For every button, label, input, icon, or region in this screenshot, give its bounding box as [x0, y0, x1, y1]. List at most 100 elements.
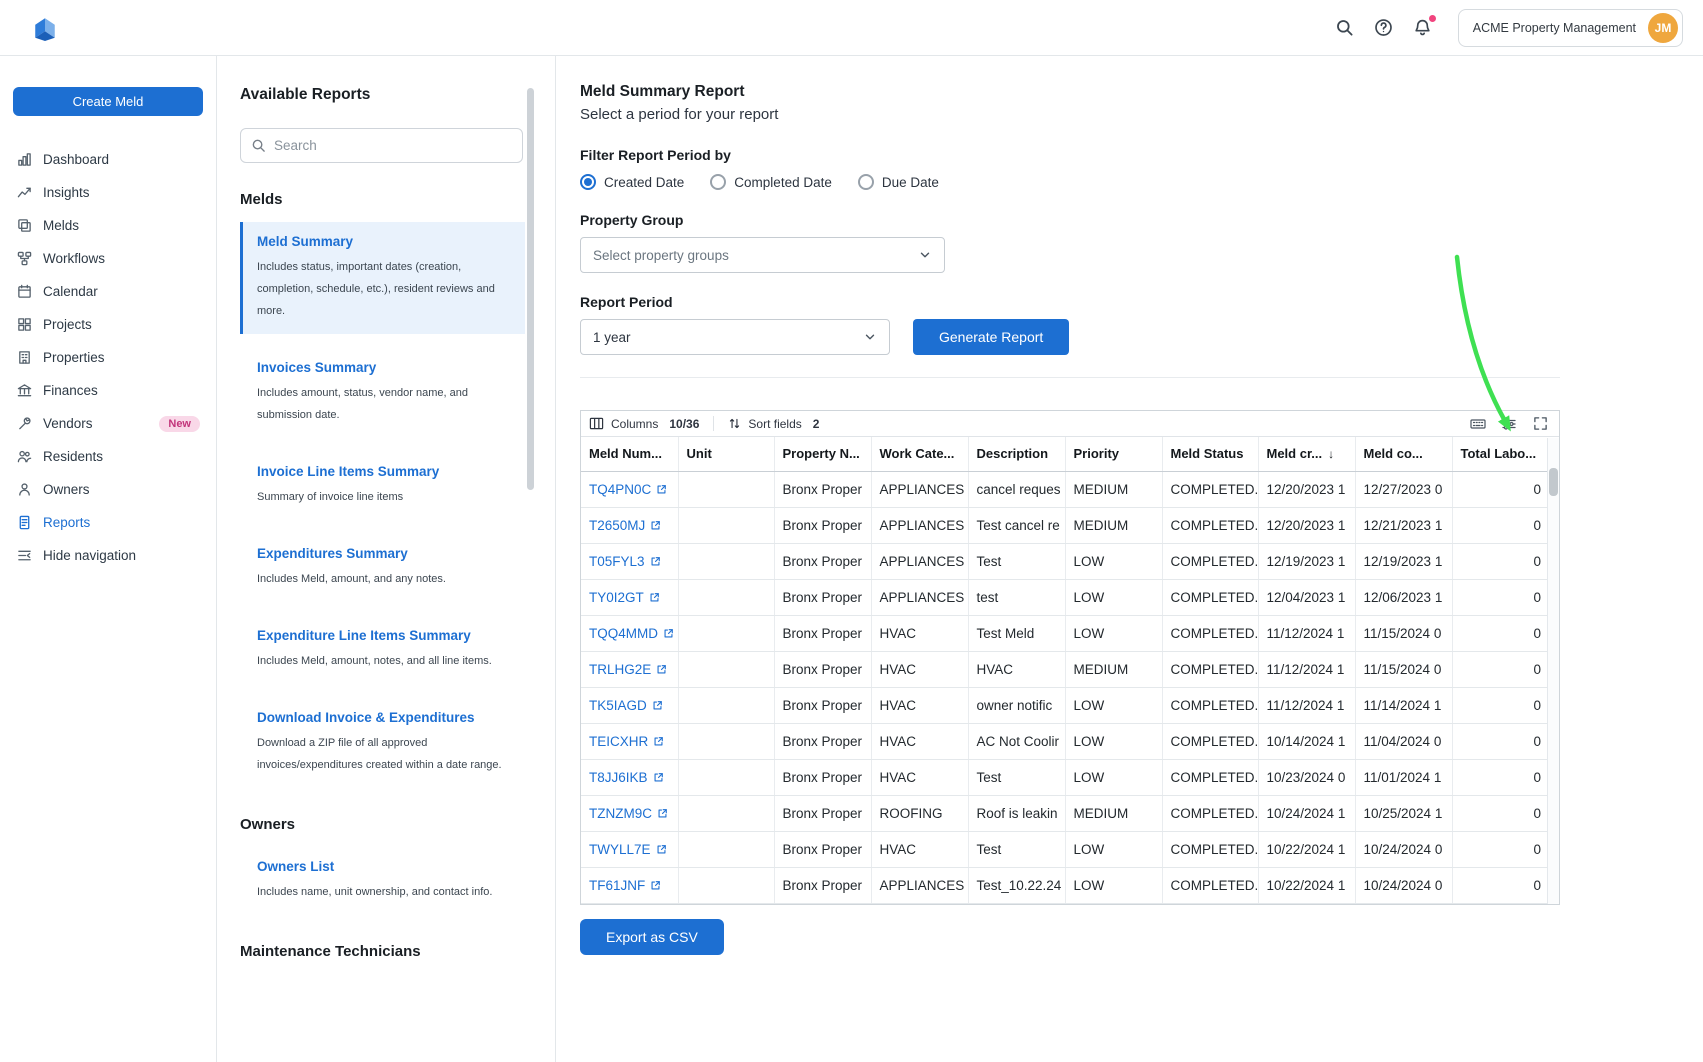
- sidebar-item-icon: [16, 284, 32, 300]
- table-toolbar: Columns 10/36 Sort fields 2: [581, 411, 1559, 437]
- cell-total-labor: 0: [1452, 687, 1549, 723]
- keyboard-shortcuts-icon[interactable]: [1467, 414, 1489, 434]
- column-header[interactable]: Meld Status: [1162, 437, 1258, 471]
- cell-description: AC Not Coolir: [968, 723, 1065, 759]
- sidebar-item[interactable]: Melds: [0, 209, 216, 242]
- meld-link[interactable]: TK5IAGD: [589, 698, 663, 713]
- generate-report-button[interactable]: Generate Report: [913, 319, 1069, 355]
- sidebar-item[interactable]: Residents: [0, 440, 216, 473]
- sidebar-item[interactable]: Projects: [0, 308, 216, 341]
- cell-property: Bronx Proper: [774, 579, 871, 615]
- sidebar-item[interactable]: Reports: [0, 506, 216, 539]
- chevron-down-icon: [863, 330, 877, 344]
- table-scrollbar-thumb[interactable]: [1549, 468, 1558, 496]
- meld-link[interactable]: TQ4PN0C: [589, 482, 667, 497]
- sidebar-item[interactable]: Properties: [0, 341, 216, 374]
- sort-fields-menu[interactable]: Sort fields 2: [728, 417, 819, 431]
- sidebar-item[interactable]: Vendors New: [0, 407, 216, 440]
- column-header[interactable]: Property N...: [774, 437, 871, 471]
- report-search-box: [240, 128, 523, 163]
- cell-description: Roof is leakin: [968, 795, 1065, 831]
- cell-property: Bronx Proper: [774, 867, 871, 903]
- export-csv-button[interactable]: Export as CSV: [580, 919, 724, 955]
- account-menu[interactable]: ACME Property Management JM: [1458, 9, 1683, 47]
- fullscreen-icon[interactable]: [1529, 414, 1551, 434]
- cell-description: Test cancel re: [968, 507, 1065, 543]
- cell-work-category: APPLIANCES: [871, 579, 968, 615]
- table-row: TRLHG2E Bronx Proper HVAC HVAC MEDIUM CO…: [581, 651, 1549, 687]
- cell-meld-completed: 12/27/2023 0: [1355, 471, 1452, 507]
- report-search-input[interactable]: [274, 138, 512, 153]
- sidebar-item[interactable]: Finances: [0, 374, 216, 407]
- melds-report-list: Meld Summary Includes status, important …: [240, 222, 555, 788]
- sidebar-item[interactable]: Insights: [0, 176, 216, 209]
- search-icon[interactable]: [1333, 16, 1356, 39]
- table-row: T2650MJ Bronx Proper APPLIANCES Test can…: [581, 507, 1549, 543]
- sidebar-item[interactable]: Dashboard: [0, 143, 216, 176]
- column-header[interactable]: Description: [968, 437, 1065, 471]
- help-icon[interactable]: [1372, 16, 1395, 39]
- filter-radio-group: Created Date Completed Date Due Date: [580, 174, 1703, 190]
- panel-scrollbar[interactable]: [527, 88, 534, 490]
- sidebar-item[interactable]: Owners: [0, 473, 216, 506]
- meld-link[interactable]: T8JJ6IKB: [589, 770, 664, 785]
- meld-link[interactable]: TWYLL7E: [589, 842, 667, 857]
- external-link-icon: [650, 880, 661, 891]
- report-item[interactable]: Owners List Includes name, unit ownershi…: [240, 847, 525, 915]
- sidebar-item-icon: [16, 185, 32, 201]
- report-item[interactable]: Expenditures Summary Includes Meld, amou…: [240, 534, 525, 602]
- meld-link[interactable]: TRLHG2E: [589, 662, 667, 677]
- cell-total-labor: 0: [1452, 867, 1549, 903]
- column-header[interactable]: Priority: [1065, 437, 1162, 471]
- report-item-title: Meld Summary: [257, 234, 511, 249]
- meld-link[interactable]: T05FYL3: [589, 554, 661, 569]
- sidebar-item[interactable]: Hide navigation: [0, 539, 216, 572]
- radio-option[interactable]: Due Date: [858, 174, 939, 190]
- column-header[interactable]: Meld co...: [1355, 437, 1452, 471]
- notifications-bell-icon[interactable]: [1411, 16, 1434, 39]
- external-link-icon: [650, 556, 661, 567]
- app-logo-icon[interactable]: [32, 15, 58, 41]
- external-link-icon: [656, 484, 667, 495]
- property-group-select[interactable]: Select property groups: [580, 237, 945, 273]
- create-meld-button[interactable]: Create Meld: [13, 87, 203, 116]
- meld-link[interactable]: T2650MJ: [589, 518, 661, 533]
- report-item[interactable]: Meld Summary Includes status, important …: [240, 222, 525, 334]
- report-item-description: Includes Meld, amount, notes, and all li…: [257, 650, 509, 672]
- table-scrollbar-track[interactable]: [1547, 438, 1559, 904]
- radio-option[interactable]: Created Date: [580, 174, 684, 190]
- meld-link[interactable]: TZNZM9C: [589, 806, 668, 821]
- section-heading-melds: Melds: [240, 191, 555, 208]
- cell-meld-completed: 11/04/2024 0: [1355, 723, 1452, 759]
- column-header[interactable]: Meld Num...: [581, 437, 678, 471]
- view-options-icon[interactable]: [1498, 414, 1520, 434]
- meld-link[interactable]: TY0I2GT: [589, 590, 660, 605]
- meld-link[interactable]: TF61JNF: [589, 878, 661, 893]
- sidebar-item-label: Projects: [43, 317, 92, 332]
- report-item[interactable]: Download Invoice & Expenditures Download…: [240, 698, 525, 788]
- report-item[interactable]: Invoice Line Items Summary Summary of in…: [240, 452, 525, 520]
- filter-period-label: Filter Report Period by: [580, 147, 1703, 163]
- meld-number: TZNZM9C: [589, 806, 652, 821]
- column-header[interactable]: Meld cr...↓: [1258, 437, 1355, 471]
- meld-link[interactable]: TQQ4MMD: [589, 626, 674, 641]
- columns-menu[interactable]: Columns 10/36: [589, 416, 699, 431]
- cell-meld-completed: 12/06/2023 1: [1355, 579, 1452, 615]
- sidebar-item[interactable]: Workflows: [0, 242, 216, 275]
- radio-option[interactable]: Completed Date: [710, 174, 832, 190]
- page-subtitle: Select a period for your report: [580, 106, 1703, 123]
- column-header[interactable]: Unit: [678, 437, 774, 471]
- report-item[interactable]: Expenditure Line Items Summary Includes …: [240, 616, 525, 684]
- column-header[interactable]: Total Labo...: [1452, 437, 1549, 471]
- sidebar-item[interactable]: Calendar: [0, 275, 216, 308]
- table-row: T8JJ6IKB Bronx Proper HVAC Test LOW COMP…: [581, 759, 1549, 795]
- cell-meld-created: 12/04/2023 1: [1258, 579, 1355, 615]
- cell-total-labor: 0: [1452, 795, 1549, 831]
- report-period-select[interactable]: 1 year: [580, 319, 890, 355]
- column-header[interactable]: Work Cate...: [871, 437, 968, 471]
- cell-work-category: HVAC: [871, 759, 968, 795]
- cell-work-category: APPLIANCES: [871, 471, 968, 507]
- cell-meld-status: COMPLETED.: [1162, 759, 1258, 795]
- report-item[interactable]: Invoices Summary Includes amount, status…: [240, 348, 525, 438]
- meld-link[interactable]: TEICXHR: [589, 734, 664, 749]
